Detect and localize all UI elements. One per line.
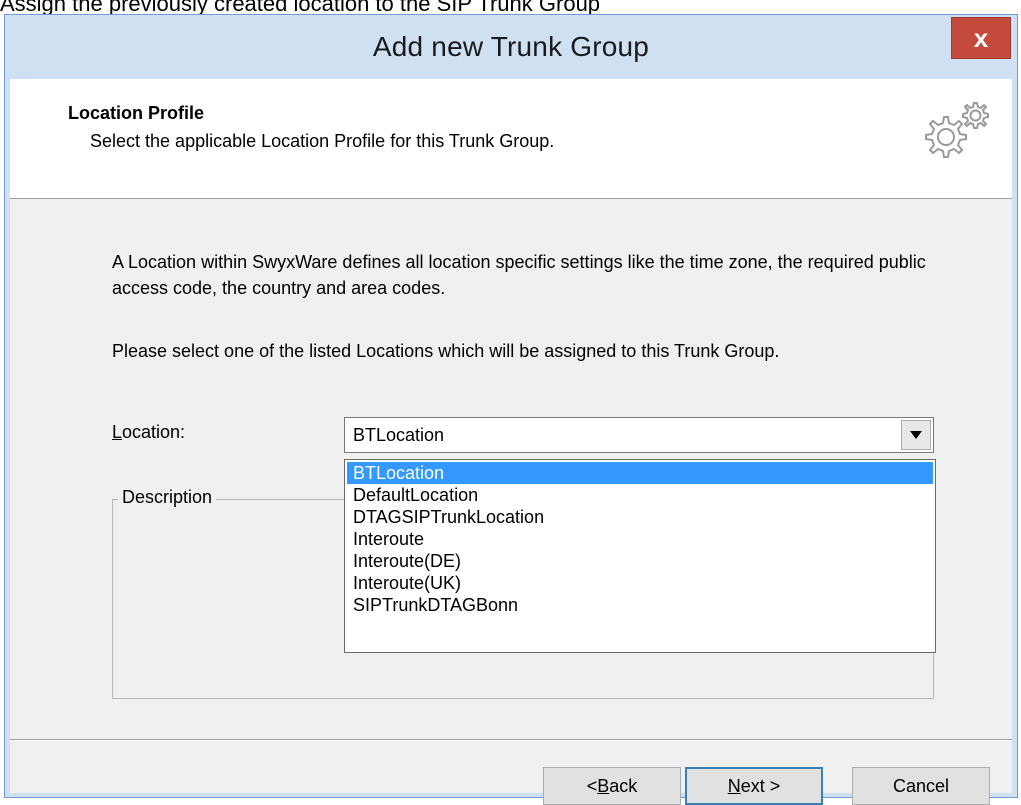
cancel-button-label: Cancel: [892, 775, 950, 796]
back-button-prefix: <: [586, 775, 598, 796]
next-button-accel: N: [727, 775, 741, 796]
back-button-label: ack: [609, 775, 638, 796]
location-option-dtagsiptrunklocation[interactable]: DTAGSIPTrunkLocation: [347, 506, 933, 528]
location-selected-value: BTLocation: [353, 425, 445, 445]
location-label-text: ocation:: [122, 422, 186, 442]
location-dropdown-list[interactable]: BTLocation DefaultLocation DTAGSIPTrunkL…: [344, 459, 936, 653]
location-combobox[interactable]: BTLocation: [344, 417, 934, 453]
location-option-interoute-de[interactable]: Interoute(DE): [347, 550, 933, 572]
location-label: Location:: [112, 422, 185, 443]
title-bar[interactable]: Add new Trunk Group: [5, 15, 1017, 79]
close-button[interactable]: x: [951, 17, 1011, 59]
intro-text: A Location within SwyxWare defines all l…: [112, 252, 926, 298]
window-title: Add new Trunk Group: [372, 31, 650, 62]
page-subtitle: Select the applicable Location Profile f…: [90, 131, 555, 151]
instruction-text: Please select one of the listed Location…: [112, 341, 780, 361]
location-option-btlocation[interactable]: BTLocation: [347, 462, 933, 484]
back-button[interactable]: < Back: [543, 767, 681, 805]
dropdown-button[interactable]: [901, 420, 931, 450]
location-label-accel: L: [112, 422, 123, 442]
location-option-interoute-uk[interactable]: Interoute(UK): [347, 572, 933, 594]
dialog-client-area: Location Profile Select the applicable L…: [10, 79, 1012, 805]
dialog-window: Add new Trunk Group x Location Profile S…: [4, 14, 1018, 805]
footer-separator: [10, 739, 1012, 741]
wizard-header: Location Profile Select the applicable L…: [10, 79, 1012, 199]
chevron-down-icon: [910, 431, 922, 439]
next-button-label: ext >: [740, 775, 781, 796]
gears-icon: [910, 97, 1000, 179]
close-icon: x: [973, 22, 989, 53]
location-option-siptrunkdtagbonn[interactable]: SIPTrunkDTAGBonn: [347, 594, 933, 616]
next-button[interactable]: Next >: [685, 767, 823, 805]
page-title: Location Profile: [68, 103, 205, 123]
location-option-defaultlocation[interactable]: DefaultLocation: [347, 484, 933, 506]
location-option-interoute[interactable]: Interoute: [347, 528, 933, 550]
description-label: Description: [118, 487, 217, 508]
back-button-accel: B: [597, 775, 610, 796]
cancel-button[interactable]: Cancel: [852, 767, 990, 805]
